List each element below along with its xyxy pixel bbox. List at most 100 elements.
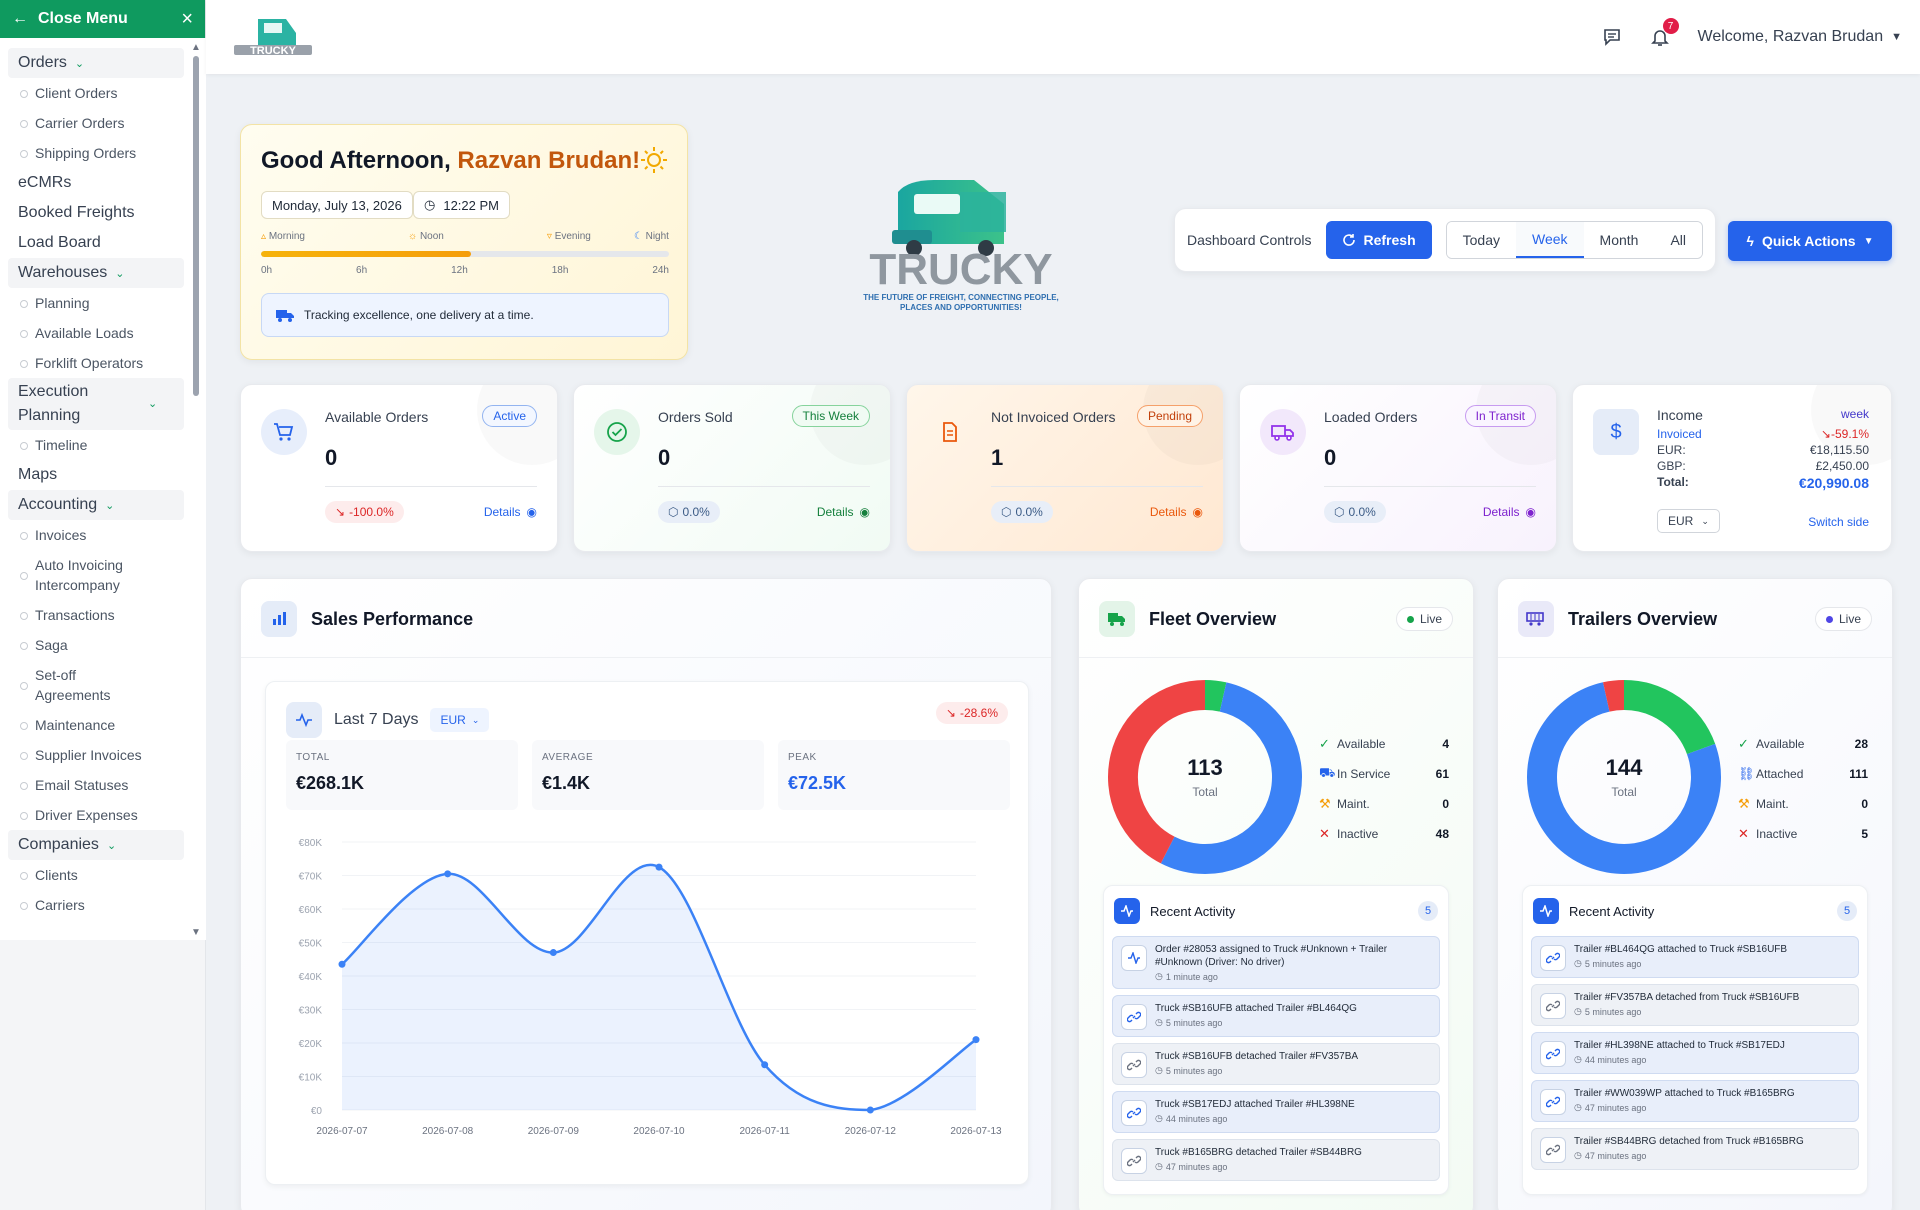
sidebar-item-execution-planning[interactable]: Execution Planning ⌄ [8, 378, 184, 430]
activity-item[interactable]: Truck #SB17EDJ attached Trailer #HL398NE… [1112, 1091, 1440, 1133]
sidebar-item-carrier-orders[interactable]: Carrier Orders [8, 108, 184, 138]
sidebar-item-load-board[interactable]: Load Board [8, 228, 184, 258]
data-point[interactable] [338, 960, 346, 968]
income-invoiced-label: Invoiced [1657, 427, 1702, 441]
sidebar-item-auto-invoicing[interactable]: Auto Invoicing Intercompany [8, 550, 184, 600]
sidebar-item-invoices[interactable]: Invoices [8, 520, 184, 550]
data-point[interactable] [655, 863, 663, 871]
sunset-icon: ▿ [546, 231, 555, 242]
range-today-button[interactable]: Today [1446, 222, 1516, 258]
data-point[interactable] [549, 949, 557, 957]
stat-card-loaded-orders: Loaded Orders In Transit 0 ⬡ 0.0% Details… [1239, 384, 1557, 552]
sidebar-item-setoff[interactable]: Set-off Agreements [8, 660, 184, 710]
unlink-icon [1540, 1137, 1566, 1163]
activity-item[interactable]: Trailer #HL398NE attached to Truck #SB17… [1531, 1032, 1859, 1074]
sidebar-item-client-orders[interactable]: Client Orders [8, 78, 184, 108]
sidebar-item-planning[interactable]: Planning [8, 288, 184, 318]
status-badge: This Week [791, 405, 870, 427]
legend-available: ✓ Available 28 [1738, 729, 1868, 759]
activity-item[interactable]: Order #28053 assigned to Truck #Unknown … [1112, 936, 1440, 989]
fleet-legend: ✓ Available 4 ⛟ In Service 61 ⚒ Maint. 0 ✕ Inac… [1319, 729, 1449, 849]
date-pill: Monday, July 13, 2026 [261, 191, 413, 219]
sidebar-item-forklift-operators[interactable]: Forklift Operators [8, 348, 184, 378]
x-tick-label: 2026-07-08 [422, 1126, 474, 1137]
wrench-icon: ⚒ [1319, 796, 1331, 811]
sidebar-item-transactions[interactable]: Transactions [8, 600, 184, 630]
legend-value: 61 [1435, 767, 1449, 781]
details-link[interactable]: Details ◉ [817, 505, 870, 519]
sales-change-value: -28.6% [959, 706, 998, 720]
sidebar-item-orders[interactable]: Orders ⌄ [8, 48, 184, 78]
sidebar-item-booked-freights[interactable]: Booked Freights [8, 198, 184, 228]
greeting-card: Good Afternoon, Razvan Brudan! Monday, J… [240, 124, 688, 360]
trucky-logo-small[interactable]: TRUCKY [228, 9, 318, 65]
activity-item[interactable]: Truck #B165BRG detached Trailer #SB44BRG… [1112, 1139, 1440, 1181]
range-all-button[interactable]: All [1654, 222, 1702, 258]
activity-item[interactable]: Trailer #BL464QG attached to Truck #SB16… [1531, 936, 1859, 978]
divider [241, 657, 1051, 658]
data-point[interactable] [444, 870, 452, 878]
check-icon: ✓ [1738, 736, 1749, 751]
time-pill: ◷ 12:22 PM [413, 191, 510, 219]
sidebar-item-clients[interactable]: Clients [8, 860, 184, 890]
scroll-up-icon[interactable]: ▲ [191, 42, 201, 53]
activity-item[interactable]: Trailer #WW039WP attached to Truck #B165… [1531, 1080, 1859, 1122]
sidebar-item-accounting[interactable]: Accounting ⌄ [8, 490, 184, 520]
refresh-button[interactable]: Refresh [1325, 221, 1432, 259]
unlink-icon [1121, 1052, 1147, 1078]
details-link[interactable]: Details ◉ [484, 505, 537, 519]
sidebar-item-warehouses[interactable]: Warehouses ⌄ [8, 258, 184, 288]
currency-select[interactable]: EUR ⌄ [1657, 509, 1720, 533]
clock-icon: ◷ [1155, 1065, 1163, 1075]
sidebar-scrollbar[interactable]: ▲ ▼ [191, 40, 201, 940]
change-badge: ⬡ 0.0% [1324, 501, 1386, 523]
close-icon[interactable]: × [181, 8, 193, 31]
sidebar-item-available-loads[interactable]: Available Loads [8, 318, 184, 348]
donut-center: 113 Total [1107, 679, 1303, 875]
sidebar-item-shipping-orders[interactable]: Shipping Orders [8, 138, 184, 168]
scroll-down-icon[interactable]: ▼ [191, 927, 201, 938]
activity-item[interactable]: Trailer #FV357BA detached from Truck #SB… [1531, 984, 1859, 1026]
legend-value: 28 [1854, 737, 1868, 751]
quick-actions-button[interactable]: ϟ Quick Actions ▼ [1728, 221, 1892, 261]
details-label: Details [483, 505, 521, 519]
activity-icon [1533, 898, 1559, 924]
trailers-recent-activity: Recent Activity 5 Trailer #BL464QG attac… [1522, 885, 1868, 1195]
range-week-button[interactable]: Week [1516, 222, 1584, 258]
details-link[interactable]: Details ◉ [1483, 505, 1536, 519]
sidebar-item-carriers[interactable]: Carriers [8, 890, 184, 920]
sidebar-item-maps[interactable]: Maps [8, 460, 184, 490]
sidebar-item-saga[interactable]: Saga [8, 630, 184, 660]
activity-item[interactable]: Truck #SB16UFB attached Trailer #BL464QG… [1112, 995, 1440, 1037]
sidebar-item-supplier-invoices[interactable]: Supplier Invoices [8, 740, 184, 770]
sidebar-item-label: Available Loads [35, 325, 134, 341]
activity-time: ◷ 5 minutes ago [1574, 1006, 1799, 1017]
sidebar-item-email-statuses[interactable]: Email Statuses [8, 770, 184, 800]
details-link[interactable]: Details ◉ [1150, 505, 1203, 519]
user-menu[interactable]: Welcome, Razvan Brudan ▼ [1698, 28, 1902, 46]
activity-time-value: 5 minutes ago [1584, 958, 1642, 969]
data-point[interactable] [761, 1061, 769, 1069]
eye-icon: ◉ [1525, 505, 1536, 519]
legend-value: 111 [1849, 767, 1868, 781]
data-point[interactable] [866, 1106, 874, 1114]
scrollbar-thumb[interactable] [193, 56, 199, 396]
y-tick-label: €20K [299, 1039, 323, 1050]
sidebar-item-companies[interactable]: Companies ⌄ [8, 830, 184, 860]
sidebar-item-maintenance[interactable]: Maintenance [8, 710, 184, 740]
sidebar-item-driver-expenses[interactable]: Driver Expenses [8, 800, 184, 830]
close-menu-button[interactable]: ← Close Menu × [0, 0, 205, 38]
sidebar-item-ecmrs[interactable]: eCMRs [8, 168, 184, 198]
details-label: Details [1149, 505, 1187, 519]
switch-side-link[interactable]: Switch side [1808, 515, 1869, 529]
notifications-button[interactable]: 7 [1650, 18, 1679, 47]
chat-icon[interactable] [1602, 27, 1622, 47]
range-month-button[interactable]: Month [1583, 222, 1655, 258]
data-point[interactable] [972, 1036, 980, 1044]
sidebar-item-timeline[interactable]: Timeline [8, 430, 184, 460]
trailers-legend: ✓ Available 28 ⛓ Attached 111 ⚒ Maint. 0 ✕ Inac… [1738, 729, 1868, 849]
activity-item[interactable]: Truck #SB16UFB detached Trailer #FV357BA… [1112, 1043, 1440, 1085]
y-tick-label: €30K [299, 1006, 323, 1017]
activity-item[interactable]: Trailer #SB44BRG detached from Truck #B1… [1531, 1128, 1859, 1170]
sales-currency-select[interactable]: EUR ⌄ [430, 708, 490, 732]
